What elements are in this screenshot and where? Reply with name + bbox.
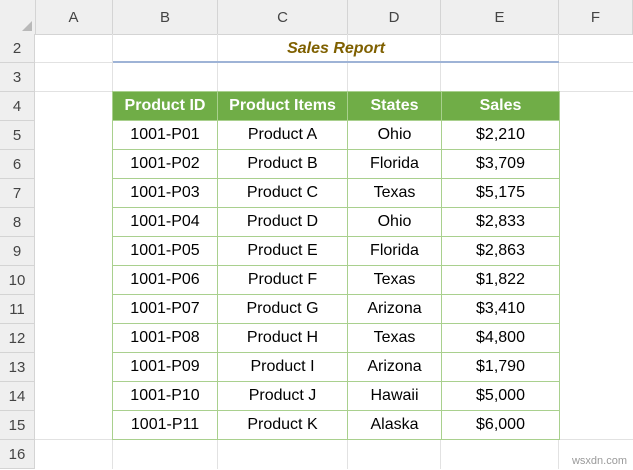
cell-product-item[interactable]: Product G: [217, 294, 348, 324]
cell-sales[interactable]: $1,790: [441, 352, 560, 382]
cell-product-item[interactable]: Product K: [217, 410, 348, 440]
cell-product-id[interactable]: 1001-P11: [112, 410, 218, 440]
cell-sales[interactable]: $1,822: [441, 265, 560, 295]
table-header-row: Product ID Product Items States Sales: [112, 91, 560, 121]
table-row: 1001-P04 Product D Ohio $2,833: [112, 207, 560, 237]
title-underline: [113, 61, 559, 63]
row-header-7[interactable]: 7: [0, 179, 35, 208]
cell-sales[interactable]: $2,210: [441, 120, 560, 150]
cell-product-item[interactable]: Product I: [217, 352, 348, 382]
cell-state[interactable]: Florida: [347, 236, 442, 266]
cell-product-item[interactable]: Product A: [217, 120, 348, 150]
cell-state[interactable]: Alaska: [347, 410, 442, 440]
cell-state[interactable]: Texas: [347, 178, 442, 208]
cell-state[interactable]: Ohio: [347, 207, 442, 237]
table-row: 1001-P03 Product C Texas $5,175: [112, 178, 560, 208]
column-header-a[interactable]: A: [35, 0, 113, 34]
select-all-corner[interactable]: [0, 0, 36, 34]
header-product-id[interactable]: Product ID: [112, 91, 218, 121]
row-header-16[interactable]: 16: [0, 440, 35, 469]
cell-sales[interactable]: $3,410: [441, 294, 560, 324]
cell-product-id[interactable]: 1001-P10: [112, 381, 218, 411]
select-all-icon: [22, 21, 32, 31]
row-header-14[interactable]: 14: [0, 382, 35, 411]
cell-state[interactable]: Arizona: [347, 352, 442, 382]
header-states[interactable]: States: [347, 91, 442, 121]
spreadsheet: A B C D E F 2 3 4 5 6 7 8 9 10 11 12 13 …: [0, 0, 633, 469]
cell-state[interactable]: Texas: [347, 323, 442, 353]
cell-sales[interactable]: $5,000: [441, 381, 560, 411]
row-header-3[interactable]: 3: [0, 63, 35, 92]
row-header-10[interactable]: 10: [0, 266, 35, 295]
cell-product-item[interactable]: Product D: [217, 207, 348, 237]
table-row: 1001-P08 Product H Texas $4,800: [112, 323, 560, 353]
table-row: 1001-P07 Product G Arizona $3,410: [112, 294, 560, 324]
column-header-f[interactable]: F: [559, 0, 633, 34]
cell-product-id[interactable]: 1001-P01: [112, 120, 218, 150]
watermark-text: wsxdn.com: [571, 455, 627, 467]
cell-product-id[interactable]: 1001-P09: [112, 352, 218, 382]
table-row: 1001-P10 Product J Hawaii $5,000: [112, 381, 560, 411]
cell-product-id[interactable]: 1001-P06: [112, 265, 218, 295]
column-header-b[interactable]: B: [113, 0, 218, 34]
table-row: 1001-P09 Product I Arizona $1,790: [112, 352, 560, 382]
report-title[interactable]: Sales Report: [113, 34, 559, 62]
cell-sales[interactable]: $5,175: [441, 178, 560, 208]
cell-product-item[interactable]: Product F: [217, 265, 348, 295]
cell-state[interactable]: Florida: [347, 149, 442, 179]
header-sales[interactable]: Sales: [441, 91, 560, 121]
row-header-13[interactable]: 13: [0, 353, 35, 382]
table-row: 1001-P01 Product A Ohio $2,210: [112, 120, 560, 150]
cell-product-id[interactable]: 1001-P04: [112, 207, 218, 237]
column-header-c[interactable]: C: [218, 0, 348, 34]
column-header-d[interactable]: D: [348, 0, 441, 34]
row-header-2[interactable]: 2: [0, 34, 35, 63]
cell-product-item[interactable]: Product J: [217, 381, 348, 411]
cell-sales[interactable]: $6,000: [441, 410, 560, 440]
cell-product-item[interactable]: Product B: [217, 149, 348, 179]
cell-sales[interactable]: $2,833: [441, 207, 560, 237]
row-header-6[interactable]: 6: [0, 150, 35, 179]
header-product-items[interactable]: Product Items: [217, 91, 348, 121]
row-header-9[interactable]: 9: [0, 237, 35, 266]
cell-product-id[interactable]: 1001-P05: [112, 236, 218, 266]
row-header-4[interactable]: 4: [0, 92, 35, 121]
table-row: 1001-P05 Product E Florida $2,863: [112, 236, 560, 266]
table-row: 1001-P06 Product F Texas $1,822: [112, 265, 560, 295]
row-header-12[interactable]: 12: [0, 324, 35, 353]
cell-state[interactable]: Ohio: [347, 120, 442, 150]
sales-table: Product ID Product Items States Sales 10…: [112, 91, 560, 440]
cell-sales[interactable]: $3,709: [441, 149, 560, 179]
cell-state[interactable]: Texas: [347, 265, 442, 295]
table-row: 1001-P11 Product K Alaska $6,000: [112, 410, 560, 440]
cell-state[interactable]: Hawaii: [347, 381, 442, 411]
row-header-11[interactable]: 11: [0, 295, 35, 324]
row-header-5[interactable]: 5: [0, 121, 35, 150]
cell-product-item[interactable]: Product C: [217, 178, 348, 208]
cell-product-id[interactable]: 1001-P03: [112, 178, 218, 208]
column-header-e[interactable]: E: [441, 0, 559, 34]
row-header-15[interactable]: 15: [0, 411, 35, 440]
cell-product-id[interactable]: 1001-P07: [112, 294, 218, 324]
cell-state[interactable]: Arizona: [347, 294, 442, 324]
cell-product-id[interactable]: 1001-P02: [112, 149, 218, 179]
cell-sales[interactable]: $2,863: [441, 236, 560, 266]
cell-product-item[interactable]: Product E: [217, 236, 348, 266]
cell-product-item[interactable]: Product H: [217, 323, 348, 353]
table-row: 1001-P02 Product B Florida $3,709: [112, 149, 560, 179]
row-header-8[interactable]: 8: [0, 208, 35, 237]
cell-sales[interactable]: $4,800: [441, 323, 560, 353]
cell-product-id[interactable]: 1001-P08: [112, 323, 218, 353]
